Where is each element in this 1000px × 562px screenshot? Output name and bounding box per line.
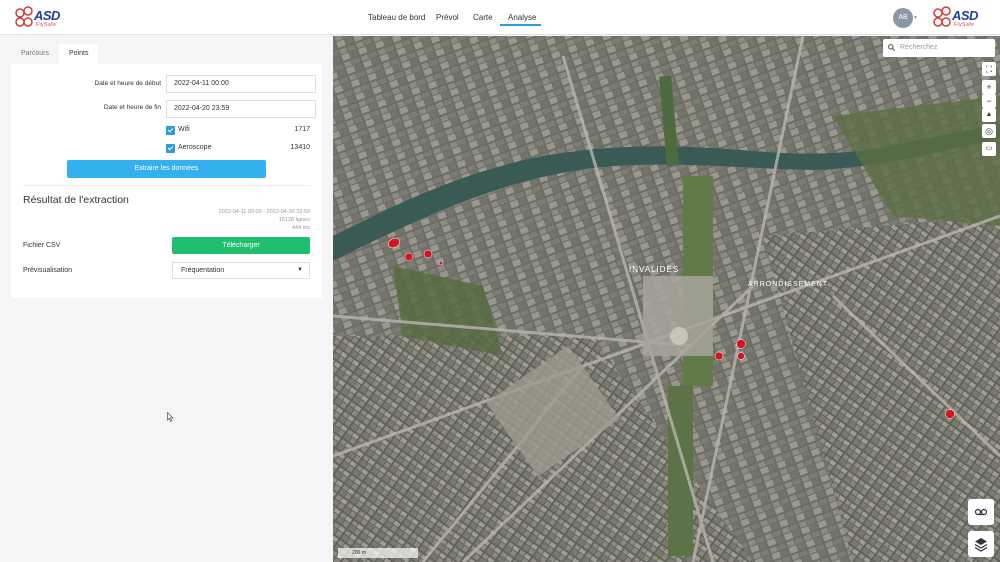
satellite-map[interactable]: INVALIDES ARRONDISSEMENT Recherchez ⛶ + …: [333, 36, 1000, 562]
map-label-arrondissement: ARRONDISSEMENT: [748, 281, 828, 288]
start-date-label: Date et heure de début: [94, 80, 162, 87]
data-point[interactable]: [404, 252, 414, 262]
result-duration: 444 ms: [291, 225, 310, 231]
data-point[interactable]: [737, 352, 745, 360]
nav-active-indicator: [500, 24, 541, 26]
end-date-input[interactable]: 2022-04-20 23:59: [166, 100, 316, 118]
zoom-out-icon[interactable]: −: [982, 94, 996, 108]
map-search-input[interactable]: Recherchez: [883, 39, 995, 57]
nav-analyse[interactable]: Analyse: [508, 13, 536, 22]
wifi-checkbox[interactable]: [166, 126, 175, 135]
nav-carte[interactable]: Carte: [473, 13, 493, 22]
layers-icon: [974, 538, 988, 552]
locate-icon[interactable]: ◎: [982, 124, 996, 138]
divider: [23, 185, 311, 186]
wifi-label: Wifi: [178, 126, 190, 133]
nav-prevol[interactable]: Prévol: [436, 13, 459, 22]
end-date-label: Date et heure de fin: [103, 104, 161, 111]
compass-icon[interactable]: ▲: [982, 108, 996, 122]
map-search-placeholder: Recherchez: [900, 44, 938, 51]
street-view-button[interactable]: [968, 499, 994, 525]
map-imagery: INVALIDES ARRONDISSEMENT: [333, 36, 1000, 562]
brand-tagline-right: FlySafe: [954, 22, 975, 28]
data-point[interactable]: [736, 339, 746, 349]
tab-points[interactable]: Points: [59, 44, 99, 64]
map-label-invalides: INVALIDES: [629, 265, 679, 274]
brand-logo-right: ASD FlySafe: [932, 5, 984, 29]
street-view-icon: [974, 508, 988, 516]
result-range: 2022-04-11 00:00 - 2022-04-20 23:59: [218, 209, 310, 215]
zoom-in-icon[interactable]: +: [982, 80, 996, 94]
ruler-icon[interactable]: ▭: [982, 142, 996, 156]
data-point[interactable]: [438, 260, 444, 266]
mouse-cursor-icon: [167, 412, 174, 422]
preview-label: Prévisualisation: [23, 267, 73, 274]
map-scale-label: 200 m: [352, 550, 366, 556]
start-date-input[interactable]: 2022-04-11 00:00: [166, 75, 316, 93]
chevron-down-icon[interactable]: ▾: [914, 14, 917, 21]
tab-parcours[interactable]: Parcours: [11, 44, 59, 64]
aeroscope-label: Aeroscope: [178, 144, 212, 151]
extract-data-button[interactable]: Extraire les données: [67, 160, 266, 178]
brand-name-right: ASD: [952, 8, 978, 23]
map-scale: 200 m: [338, 548, 418, 558]
top-navbar: ASD FlySafe Tableau de bord Prévol Carte…: [0, 0, 1000, 35]
data-point[interactable]: [714, 351, 724, 361]
brand-name: ASD: [34, 8, 60, 23]
search-icon: [888, 44, 895, 51]
nav-tableau-de-bord[interactable]: Tableau de bord: [368, 13, 425, 22]
fullscreen-icon[interactable]: ⛶: [982, 62, 996, 76]
preview-select[interactable]: Fréquentation ▼: [172, 262, 310, 279]
aeroscope-checkbox[interactable]: [166, 144, 175, 153]
brand-logo[interactable]: ASD FlySafe: [14, 5, 66, 29]
csv-file-label: Fichier CSV: [23, 242, 61, 249]
layers-button[interactable]: [968, 531, 994, 557]
download-button[interactable]: Télécharger: [172, 237, 310, 254]
data-point[interactable]: [945, 409, 955, 419]
preview-select-value: Fréquentation: [181, 267, 225, 274]
brand-tagline: FlySafe: [36, 22, 57, 28]
result-lines: 15128 lignes: [278, 217, 310, 223]
aeroscope-count: 13410: [290, 144, 310, 151]
chevron-down-icon: ▼: [297, 267, 303, 273]
user-avatar[interactable]: AB: [893, 8, 913, 28]
data-point[interactable]: [423, 249, 433, 259]
result-title: Résultat de l'extraction: [23, 194, 129, 206]
wifi-count: 1717: [294, 126, 310, 133]
